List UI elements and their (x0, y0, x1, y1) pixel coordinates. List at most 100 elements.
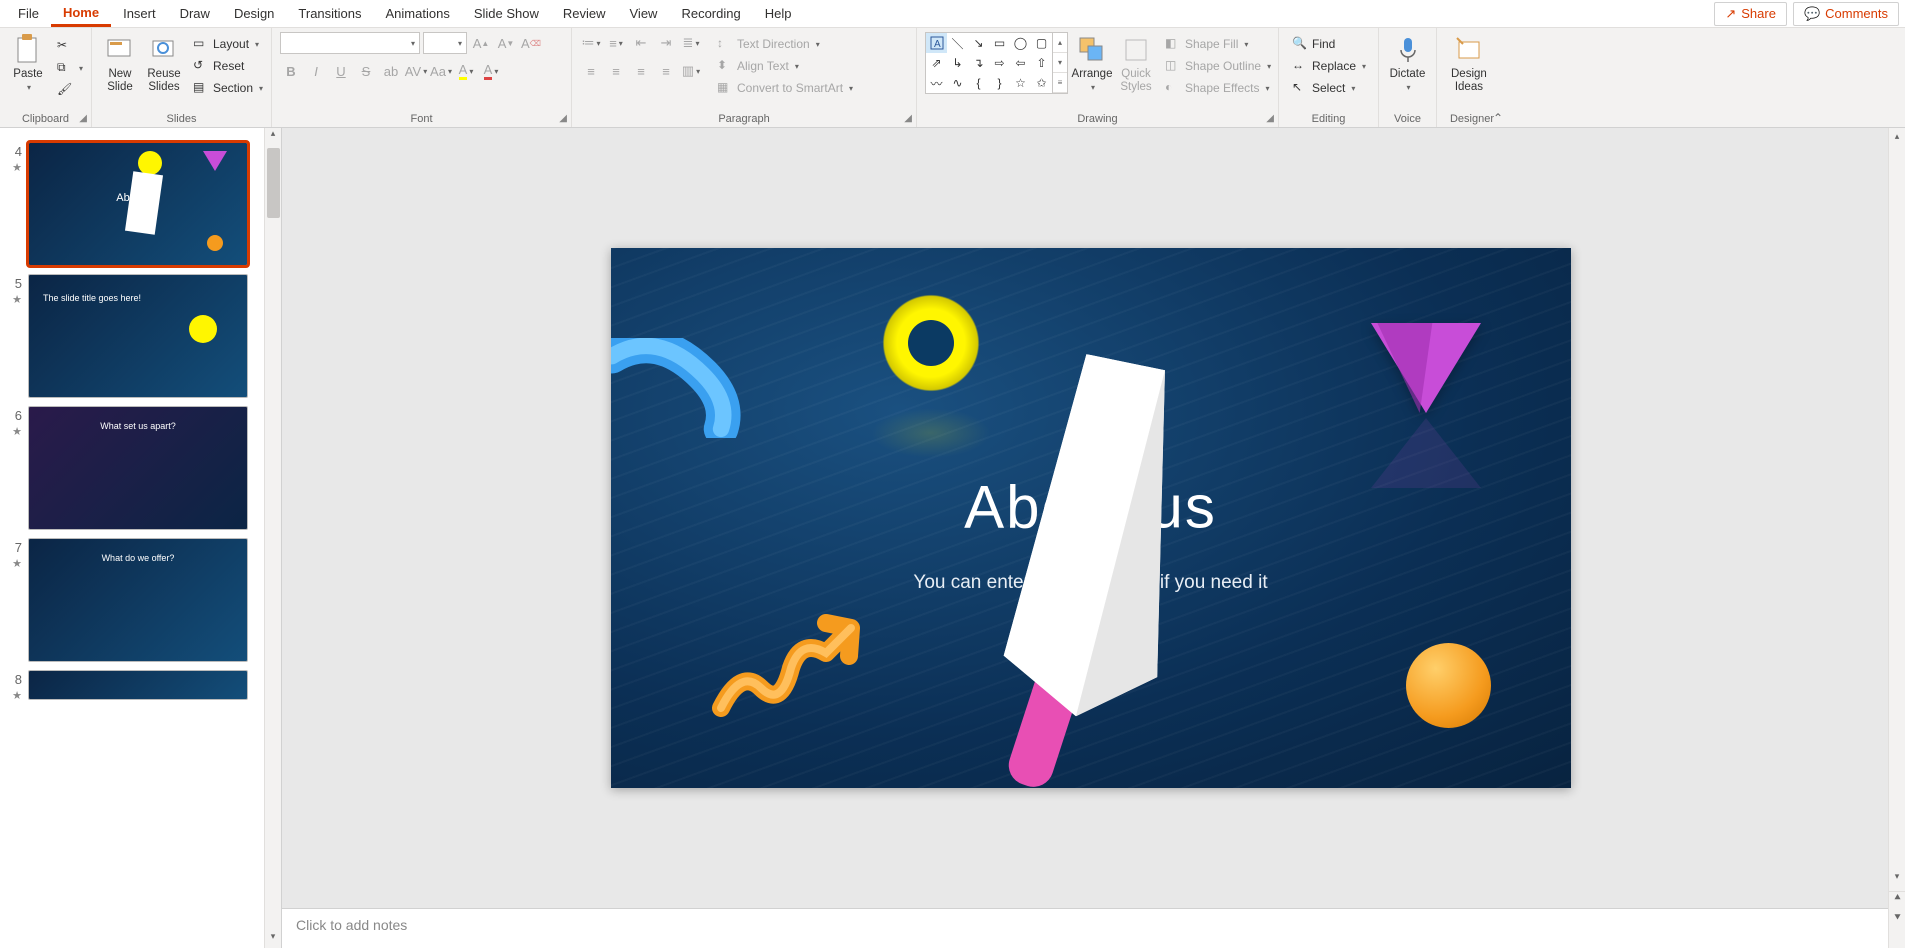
shape-oval[interactable]: ◯ (1010, 33, 1031, 53)
scroll-up-icon[interactable]: ▴ (1889, 128, 1905, 145)
shape-roundrect[interactable]: ▢ (1031, 33, 1052, 53)
shape-elbow[interactable]: ↳ (947, 53, 968, 73)
new-slide-button[interactable]: New Slide (100, 32, 140, 96)
quick-styles-button[interactable]: Quick Styles (1116, 32, 1156, 96)
thumb-row[interactable]: 5★ The slide title goes here! (0, 270, 281, 402)
shape-line-arrow[interactable]: ↘ (968, 33, 989, 53)
bullets-button[interactable]: ≔▾ (580, 32, 602, 54)
layout-button[interactable]: ▭Layout▾ (188, 34, 268, 54)
menu-design[interactable]: Design (222, 2, 286, 25)
copy-button[interactable]: ⧉▾ (52, 58, 88, 78)
align-center-button[interactable]: ≡ (605, 60, 627, 82)
slides-panel[interactable]: 4★ About us 5★ The slide title goes here… (0, 128, 282, 948)
dictate-button[interactable]: Dictate▾ (1387, 32, 1428, 94)
shadow-button[interactable]: ab (380, 60, 402, 82)
menu-slideshow[interactable]: Slide Show (462, 2, 551, 25)
font-family-combo[interactable]: ▾ (280, 32, 420, 54)
numbering-button[interactable]: ≡▾ (605, 32, 627, 54)
bold-button[interactable]: B (280, 60, 302, 82)
thumb-row[interactable]: 8★ (0, 666, 281, 706)
menu-animations[interactable]: Animations (374, 2, 462, 25)
underline-button[interactable]: U (330, 60, 352, 82)
menu-recording[interactable]: Recording (669, 2, 752, 25)
share-button[interactable]: ↗ Share (1714, 2, 1787, 26)
slide-thumb-5[interactable]: The slide title goes here! (28, 274, 248, 398)
shape-elbow2[interactable]: ↴ (968, 53, 989, 73)
smartart-button[interactable]: ▦Convert to SmartArt▾ (712, 78, 858, 98)
scroll-down-icon[interactable]: ▾ (1889, 871, 1905, 888)
drawing-dialog-launcher[interactable]: ◢ (1266, 113, 1274, 124)
paragraph-dialog-launcher[interactable]: ◢ (904, 113, 912, 124)
menu-view[interactable]: View (618, 2, 670, 25)
line-spacing-button[interactable]: ≣▾ (680, 32, 702, 54)
shape-yellow-torus[interactable] (871, 283, 991, 403)
highlight-button[interactable]: A▾ (455, 60, 477, 82)
scroll-thumb[interactable] (267, 148, 280, 218)
menu-home[interactable]: Home (51, 1, 111, 27)
shape-blue-tube[interactable] (611, 338, 746, 438)
reuse-slides-button[interactable]: Reuse Slides (144, 32, 184, 96)
slide-thumb-6[interactable]: What set us apart? (28, 406, 248, 530)
slides-panel-scrollbar[interactable]: ▴ ▾ (264, 128, 281, 948)
font-dialog-launcher[interactable]: ◢ (559, 113, 567, 124)
shape-callout[interactable]: ✩ (1031, 73, 1052, 93)
menu-help[interactable]: Help (753, 2, 804, 25)
columns-button[interactable]: ▥▾ (680, 60, 702, 82)
shape-arrow-up[interactable]: ⇧ (1031, 53, 1052, 73)
menu-review[interactable]: Review (551, 2, 618, 25)
menu-draw[interactable]: Draw (168, 2, 222, 25)
next-slide-button[interactable]: ⯆ (1889, 912, 1905, 932)
format-painter-button[interactable]: 🖌 (52, 80, 88, 100)
shape-curve2[interactable]: ∿ (947, 73, 968, 93)
char-spacing-button[interactable]: AV▾ (405, 60, 427, 82)
italic-button[interactable]: I (305, 60, 327, 82)
shape-outline-button[interactable]: ◫Shape Outline▾ (1160, 56, 1276, 76)
shape-textbox[interactable]: A (926, 33, 947, 53)
clipboard-dialog-launcher[interactable]: ◢ (79, 113, 87, 124)
align-left-button[interactable]: ≡ (580, 60, 602, 82)
justify-button[interactable]: ≡ (655, 60, 677, 82)
collapse-ribbon-button[interactable]: ⌃ (1493, 111, 1503, 125)
comments-button[interactable]: 💬 Comments (1793, 2, 1899, 26)
cut-button[interactable]: ✂ (52, 36, 88, 56)
clear-format-button[interactable]: A⌫ (520, 32, 542, 54)
slide-canvas[interactable]: About us You can enter a subtitle here i… (611, 248, 1571, 788)
shape-orange-sphere[interactable] (1406, 643, 1491, 728)
thumb-row[interactable]: 6★ What set us apart? (0, 402, 281, 534)
scroll-up-icon[interactable]: ▴ (265, 128, 281, 145)
shape-fill-button[interactable]: ◧Shape Fill▾ (1160, 34, 1276, 54)
shape-rect[interactable]: ▭ (989, 33, 1010, 53)
slide-thumb-4[interactable]: About us (28, 142, 248, 266)
increase-indent-button[interactable]: ⇥ (655, 32, 677, 54)
replace-button[interactable]: ↔Replace▾ (1287, 56, 1371, 76)
slide-thumb-8[interactable] (28, 670, 248, 700)
menu-file[interactable]: File (6, 2, 51, 25)
reset-button[interactable]: ↺Reset (188, 56, 268, 76)
align-text-button[interactable]: ⬍Align Text▾ (712, 56, 858, 76)
shape-brace-l[interactable]: { (968, 73, 989, 93)
align-right-button[interactable]: ≡ (630, 60, 652, 82)
shape-brace-r[interactable]: } (989, 73, 1010, 93)
shapes-gallery[interactable]: A ＼ ↘ ▭ ◯ ▢ ⇗ ↳ ↴ ⇨ ⇦ ⇧ 〰 ∿ { } ☆ (925, 32, 1053, 94)
select-button[interactable]: ↖Select▾ (1287, 78, 1371, 98)
paste-button[interactable]: Paste ▾ (8, 32, 48, 94)
arrange-button[interactable]: Arrange▾ (1072, 32, 1112, 94)
design-ideas-button[interactable]: Design Ideas (1445, 32, 1493, 96)
font-size-combo[interactable]: ▾ (423, 32, 467, 54)
thumb-row[interactable]: 4★ About us (0, 138, 281, 270)
shape-arrow[interactable]: ⇗ (926, 53, 947, 73)
shape-block-arrow[interactable]: ⇨ (989, 53, 1010, 73)
shape-orange-arrow[interactable] (711, 608, 861, 728)
section-button[interactable]: ▤Section▾ (188, 78, 268, 98)
grow-font-button[interactable]: A▲ (470, 32, 492, 54)
decrease-indent-button[interactable]: ⇤ (630, 32, 652, 54)
slide-thumb-7[interactable]: What do we offer? (28, 538, 248, 662)
shapes-gallery-more[interactable]: ▴▾≡ (1053, 32, 1068, 94)
notes-pane[interactable]: Click to add notes (282, 908, 1905, 948)
menu-transitions[interactable]: Transitions (286, 2, 373, 25)
editor-scrollbar[interactable]: ▴ ▾ ⯅ ⯆ (1888, 128, 1905, 948)
find-button[interactable]: 🔍Find (1287, 34, 1371, 54)
shape-star[interactable]: ☆ (1010, 73, 1031, 93)
menu-insert[interactable]: Insert (111, 2, 168, 25)
shape-purple-pyramid[interactable] (1371, 323, 1481, 413)
